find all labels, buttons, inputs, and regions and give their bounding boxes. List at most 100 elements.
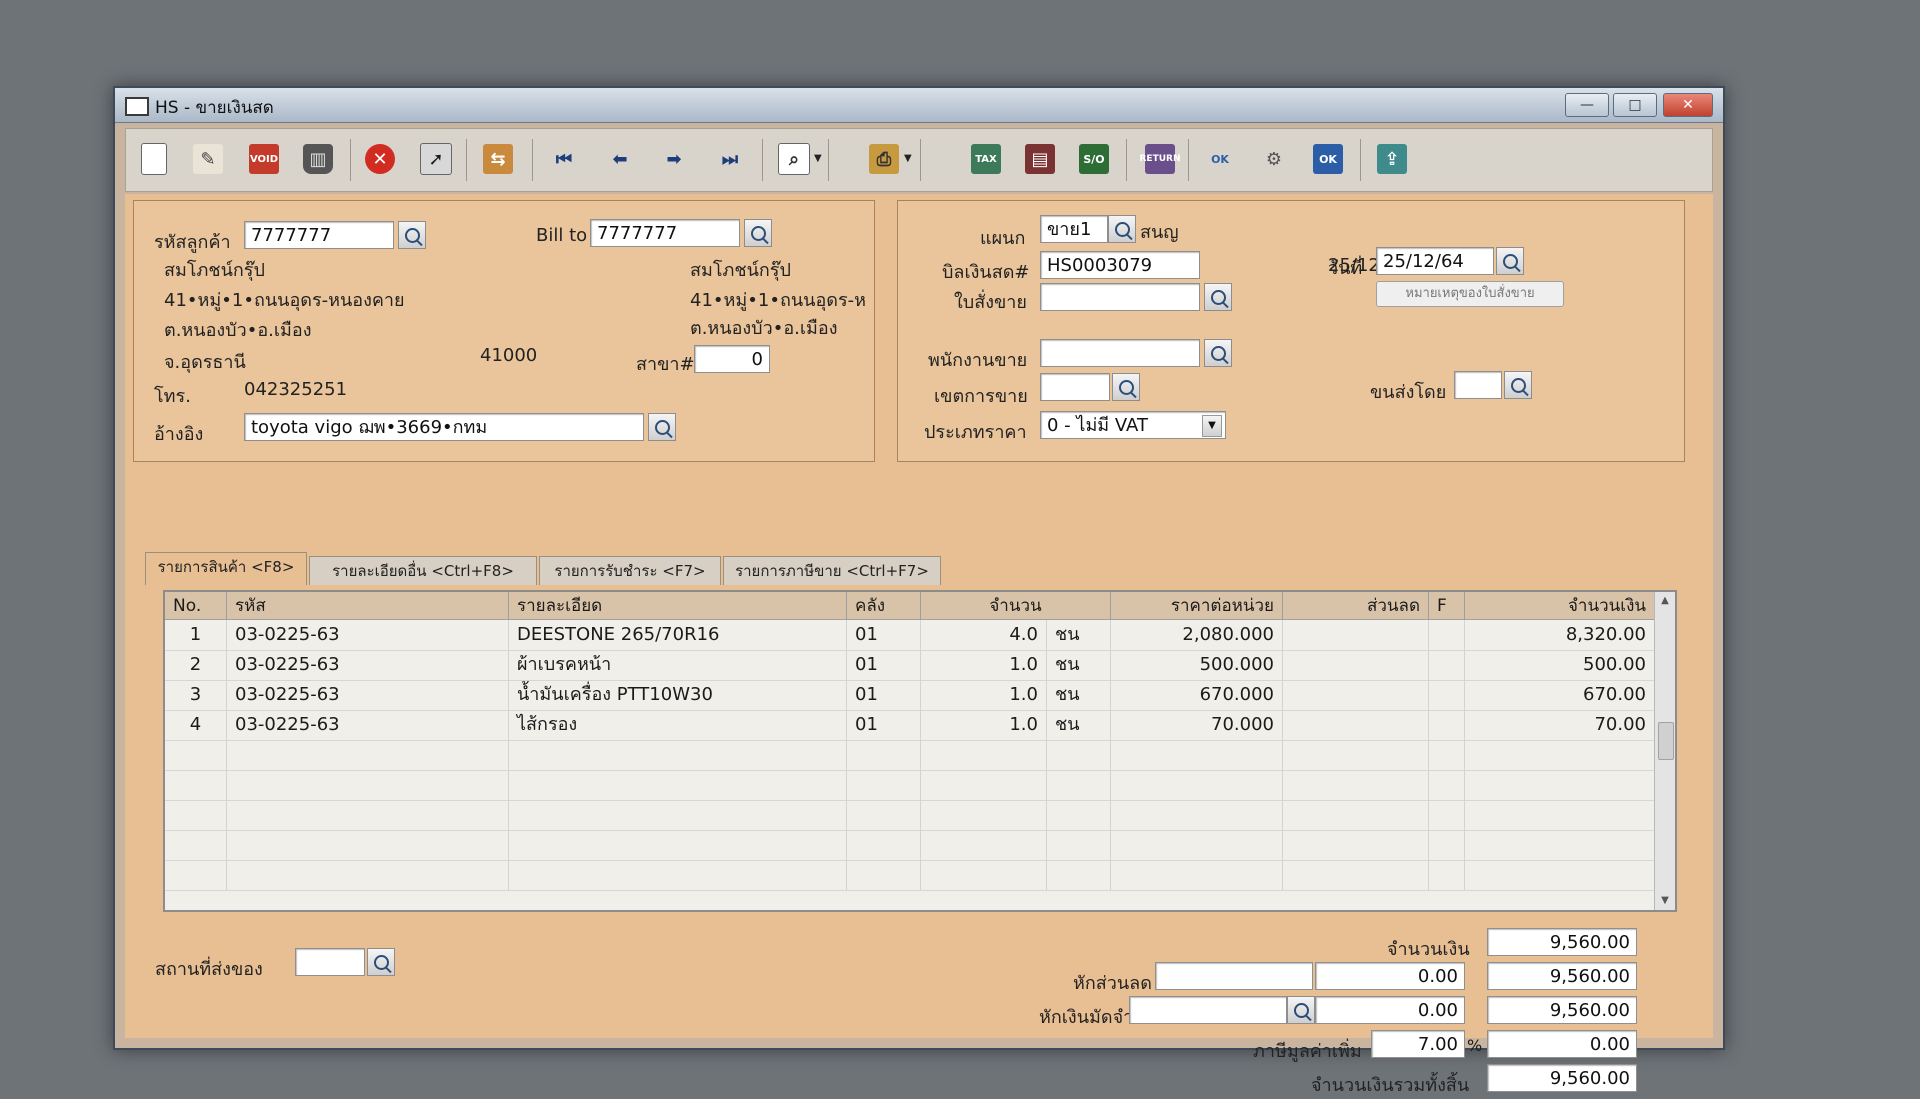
cell-description[interactable]: DEESTONE 265/70R16 — [509, 620, 847, 650]
cell-flag[interactable] — [1429, 650, 1465, 680]
tab-sales-tax[interactable]: รายการภาษีขาย <Ctrl+F7> — [723, 556, 941, 585]
next-record-icon[interactable]: ➡ — [656, 141, 692, 177]
cell-quantity[interactable]: 1.0 — [921, 680, 1047, 710]
cell-amount[interactable]: 8,320.00 — [1465, 620, 1655, 650]
tab-items[interactable]: รายการสินค้า <F8> — [145, 552, 307, 585]
empty-cell[interactable] — [509, 800, 847, 830]
cell-unit-price[interactable]: 70.000 — [1111, 710, 1283, 740]
cell-quantity[interactable]: 1.0 — [921, 650, 1047, 680]
empty-cell[interactable] — [1111, 860, 1283, 890]
empty-cell[interactable] — [1111, 770, 1283, 800]
cell-warehouse[interactable]: 01 — [847, 680, 921, 710]
cancel-icon[interactable]: ✕ — [362, 141, 398, 177]
cell-flag[interactable] — [1429, 620, 1465, 650]
cell-unit-price[interactable]: 2,080.000 — [1111, 620, 1283, 650]
cell-code[interactable]: 03-0225-63 — [227, 650, 509, 680]
last-record-icon[interactable]: ⏭ — [712, 141, 748, 177]
cell-code[interactable]: 03-0225-63 — [227, 710, 509, 740]
empty-cell[interactable] — [227, 740, 509, 770]
col-header-discount[interactable]: ส่วนลด — [1283, 592, 1429, 620]
order-remark-button[interactable]: หมายเหตุของใบสั่งขาย — [1376, 281, 1564, 307]
previous-record-icon[interactable]: ⬅ — [602, 141, 638, 177]
empty-cell[interactable] — [1465, 800, 1655, 830]
export-icon[interactable]: ⇪ — [1374, 141, 1410, 177]
form-icon[interactable]: ▤ — [1022, 141, 1058, 177]
cell-discount[interactable] — [1283, 710, 1429, 740]
col-header-unit-price[interactable]: ราคาต่อหน่วย — [1111, 592, 1283, 620]
cell-quantity[interactable]: 4.0 — [921, 620, 1047, 650]
cell-unit-price[interactable]: 500.000 — [1111, 650, 1283, 680]
cell-discount[interactable] — [1283, 650, 1429, 680]
tax-icon[interactable]: TAX — [968, 141, 1004, 177]
empty-cell[interactable] — [1465, 740, 1655, 770]
cell-description[interactable]: ผ้าเบรคหน้า — [509, 650, 847, 680]
empty-cell[interactable] — [1465, 830, 1655, 860]
tools-icon[interactable]: ⚙ — [1256, 141, 1292, 177]
cell-quantity[interactable]: 1.0 — [921, 710, 1047, 740]
void-icon[interactable]: VOID — [246, 141, 282, 177]
col-header-amount[interactable]: จำนวนเงิน — [1465, 592, 1655, 620]
empty-cell[interactable] — [1465, 770, 1655, 800]
transfer-icon[interactable]: ⇆ — [480, 141, 516, 177]
new-doc-icon[interactable] — [136, 141, 172, 177]
cell-no[interactable]: 3 — [165, 680, 227, 710]
sales-area-field[interactable] — [1040, 373, 1110, 401]
empty-cell[interactable] — [1429, 860, 1465, 890]
reference-search-button[interactable] — [648, 413, 676, 441]
tab-other-details[interactable]: รายละเอียดอื่น <Ctrl+F8> — [309, 556, 537, 585]
bill-to-search-button[interactable] — [744, 219, 772, 247]
empty-cell[interactable] — [1465, 860, 1655, 890]
minimize-button[interactable]: — — [1565, 93, 1609, 117]
cell-discount[interactable] — [1283, 620, 1429, 650]
find-dropdown-icon[interactable]: ▼ — [814, 153, 822, 164]
price-type-select[interactable]: 0 - ไม่มี VAT ▼ — [1040, 411, 1226, 439]
first-record-icon[interactable]: ⏮ — [546, 141, 582, 177]
reference-field[interactable]: toyota vigo ฌพ•3669•กทม — [244, 413, 644, 441]
cell-unit-price[interactable]: 670.000 — [1111, 680, 1283, 710]
cell-no[interactable]: 2 — [165, 650, 227, 680]
cell-amount[interactable]: 500.00 — [1465, 650, 1655, 680]
empty-cell[interactable] — [227, 860, 509, 890]
empty-cell[interactable] — [1429, 830, 1465, 860]
so-icon[interactable]: S/O — [1076, 141, 1112, 177]
ship-place-search-button[interactable] — [367, 948, 395, 976]
chevron-down-icon[interactable]: ▼ — [1202, 415, 1222, 437]
col-header-warehouse[interactable]: คลัง — [847, 592, 921, 620]
empty-cell[interactable] — [1111, 830, 1283, 860]
maximize-button[interactable]: □ — [1613, 93, 1657, 117]
salesperson-field[interactable] — [1040, 339, 1200, 367]
cell-amount[interactable]: 670.00 — [1465, 680, 1655, 710]
deposit-input[interactable] — [1129, 996, 1287, 1024]
empty-cell[interactable] — [165, 800, 227, 830]
cell-code[interactable]: 03-0225-63 — [227, 620, 509, 650]
empty-cell[interactable] — [1047, 860, 1111, 890]
col-header-no[interactable]: No. — [165, 592, 227, 620]
empty-cell[interactable] — [165, 770, 227, 800]
delete-bin-icon[interactable]: ▥ — [300, 141, 336, 177]
empty-cell[interactable] — [1111, 800, 1283, 830]
empty-cell[interactable] — [1283, 800, 1429, 830]
discount-input[interactable] — [1155, 962, 1313, 990]
cell-warehouse[interactable]: 01 — [847, 710, 921, 740]
cell-discount[interactable] — [1283, 680, 1429, 710]
department-field[interactable]: ขาย1 — [1040, 215, 1108, 243]
scroll-up-icon[interactable]: ▲ — [1655, 592, 1675, 610]
cell-no[interactable]: 1 — [165, 620, 227, 650]
empty-cell[interactable] — [165, 740, 227, 770]
cell-description[interactable]: ไส้กรอง — [509, 710, 847, 740]
cell-flag[interactable] — [1429, 680, 1465, 710]
empty-cell[interactable] — [165, 830, 227, 860]
department-search-button[interactable] — [1108, 215, 1136, 243]
empty-cell[interactable] — [509, 770, 847, 800]
empty-cell[interactable] — [1047, 740, 1111, 770]
bill-to-field[interactable]: 7777777 — [590, 219, 740, 247]
empty-cell[interactable] — [165, 860, 227, 890]
close-button[interactable]: ✕ — [1663, 93, 1713, 117]
sales-order-search-button[interactable] — [1204, 283, 1232, 311]
scroll-thumb[interactable] — [1658, 722, 1674, 760]
ship-by-field[interactable] — [1454, 371, 1502, 399]
salesperson-search-button[interactable] — [1204, 339, 1232, 367]
cell-amount[interactable]: 70.00 — [1465, 710, 1655, 740]
empty-cell[interactable] — [1283, 740, 1429, 770]
empty-cell[interactable] — [921, 740, 1047, 770]
